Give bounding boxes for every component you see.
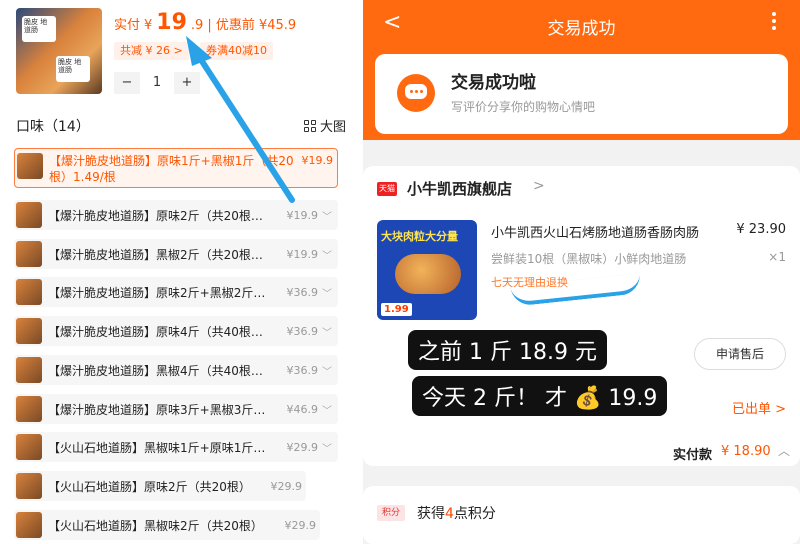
thumb-tag: 脆皮 地道肠 [22, 16, 56, 42]
points-post: 点积分 [453, 506, 496, 522]
sku-option[interactable]: 【爆汁脆皮地道肠】原味4斤（共40根… ¥36.9 ﹀ [14, 316, 338, 346]
coupon-chip: 券满40减10 [200, 42, 273, 60]
chat-bubble-icon [397, 74, 435, 112]
sku-option[interactable]: 【火山石地道肠】黑椒味2斤（共20根） ¥29.9 [14, 510, 320, 540]
option-thumb [16, 473, 42, 499]
points-text: 获得4点积分 [417, 503, 496, 523]
option-thumb [16, 512, 42, 538]
success-subtitle: 写评价分享你的购物心情吧 [451, 100, 596, 114]
success-card[interactable]: 交易成功啦 写评价分享你的购物心情吧 [375, 54, 788, 134]
option-label: 【爆汁脆皮地道肠】原味4斤（共40根… [48, 324, 263, 339]
item-qty: ×1 [768, 250, 786, 264]
price-currency: ¥ [144, 18, 153, 33]
order-card: 天猫 小牛凯西旗舰店 > 大块肉粒大分量 1.99 小牛凯西火山石烤肠地道肠香肠… [363, 166, 800, 466]
shop-name[interactable]: 小牛凯西旗舰店 [407, 178, 512, 199]
option-thumb [16, 434, 42, 460]
item-name[interactable]: 小牛凯西火山石烤肠地道肠香肠肉肠 [491, 222, 721, 241]
option-price: ¥29.9 [286, 440, 319, 454]
option-price: ¥29.9 [270, 479, 303, 493]
option-price: ¥36.9 [286, 285, 319, 299]
option-price: ¥46.9 [286, 402, 319, 416]
points-bar: 积分 获得4点积分 [363, 486, 800, 544]
sku-option[interactable]: 【火山石地道肠】黑椒味1斤+原味1斤… ¥29.9 ﹀ [14, 432, 338, 462]
option-price: ¥36.9 [286, 363, 319, 377]
option-thumb [16, 396, 42, 422]
quantity-stepper: − 1 + [114, 72, 200, 94]
grid-icon [303, 119, 316, 132]
more-icon[interactable] [772, 12, 776, 33]
option-label: 【爆汁脆皮地道肠】黑椒2斤（共20根… [48, 247, 263, 262]
option-label: 【爆汁脆皮地道肠】原味2斤（共20根… [48, 208, 263, 223]
tmall-badge: 天猫 [377, 182, 397, 196]
option-thumb [16, 202, 42, 228]
paid-label: 实付款 [673, 448, 713, 463]
chevron-down-icon: ﹀ [322, 327, 332, 339]
item-image-banner: 大块肉粒大分量 [381, 230, 458, 243]
option-label: 【火山石地道肠】黑椒味2斤（共20根） [48, 518, 263, 533]
flavor-heading: 口味（14） [16, 119, 90, 135]
shipped-status[interactable]: 已出单 > [732, 398, 786, 417]
option-label: 【爆汁脆皮地道肠】原味2斤+黑椒2斤… [48, 285, 266, 300]
option-price: ¥19.9 [286, 208, 319, 222]
sku-option[interactable]: 【火山石地道肠】原味2斤（共20根） ¥29.9 [14, 471, 306, 501]
sku-option[interactable]: 【爆汁脆皮地道肠】原味2斤（共20根… ¥19.9 ﹀ [14, 200, 338, 230]
qty-minus-button[interactable]: − [114, 72, 140, 94]
chevron-down-icon: ﹀ [322, 250, 332, 262]
sku-option[interactable]: 【爆汁脆皮地道肠】黑椒2斤（共20根… ¥19.9 ﹀ [14, 239, 338, 269]
big-image-label: 大图 [319, 120, 346, 135]
chevron-down-icon: ﹀ [322, 288, 332, 300]
caption-line-2: 今天 2 斤！ 才 💰 19.9 [412, 376, 668, 416]
sku-selector-panel: 脆皮 地道肠 脆皮 地道肠 实付 ¥ 19.9 | 优惠前 ¥45.9 共减 ¥… [0, 0, 356, 544]
option-thumb [16, 279, 42, 305]
chevron-down-icon: ﹀ [322, 405, 332, 417]
points-badge: 积分 [377, 505, 405, 521]
price-line: 实付 ¥ 19.9 | 优惠前 ¥45.9 [114, 10, 296, 35]
option-price: ¥19.9 [286, 247, 319, 261]
chevron-down-icon: ﹀ [322, 443, 332, 455]
page-title: 交易成功 [547, 19, 616, 39]
option-thumb [16, 241, 42, 267]
option-label: 【爆汁脆皮地道肠】原味3斤+黑椒3斤… [48, 402, 266, 417]
sku-option[interactable]: 【爆汁脆皮地道肠】黑椒4斤（共40根… ¥36.9 ﹀ [14, 355, 338, 385]
success-title: 交易成功啦 [451, 73, 536, 93]
after-sale-button[interactable]: 申请售后 [694, 338, 786, 370]
option-label: 【火山石地道肠】黑椒味1斤+原味1斤… [48, 440, 266, 455]
discount-chip[interactable]: 共减 ¥ 26 > [114, 42, 189, 60]
option-thumb [16, 357, 42, 383]
order-detail-panel: < 交易成功 交易成功啦 写评价分享你的购物心情吧 天猫 小牛凯西旗舰店 > 大… [363, 0, 800, 544]
caption-line-1: 之前 1 斤 18.9 元 [408, 330, 607, 370]
thumb-tag-2: 脆皮 地道肠 [56, 56, 90, 82]
option-price: ¥36.9 [286, 324, 319, 338]
paid-amount: ¥ 18.90 [721, 444, 771, 459]
product-thumbnail[interactable]: 脆皮 地道肠 脆皮 地道肠 [16, 8, 102, 94]
sausage-image [395, 254, 461, 294]
price-label: 实付 [114, 18, 141, 33]
sku-option[interactable]: 【爆汁脆皮地道肠】原味2斤+黑椒2斤… ¥36.9 ﹀ [14, 277, 338, 307]
qty-plus-button[interactable]: + [174, 72, 200, 94]
item-image[interactable]: 大块肉粒大分量 1.99 [377, 220, 477, 320]
option-label: 【火山石地道肠】原味2斤（共20根） [48, 479, 251, 494]
big-image-toggle[interactable]: 大图 [303, 116, 346, 135]
chevron-up-icon[interactable]: ︿ [778, 442, 790, 459]
item-price: ¥ 23.90 [736, 222, 786, 237]
sku-option-selected[interactable]: 【爆汁脆皮地道肠】原味1斤+黑椒1斤（共20根）1.49/根 ¥19.9 [14, 148, 338, 188]
sku-option[interactable]: 【爆汁脆皮地道肠】原味3斤+黑椒3斤… ¥46.9 ﹀ [14, 394, 338, 424]
option-thumb [17, 153, 43, 179]
qty-input[interactable]: 1 [140, 72, 174, 94]
points-pre: 获得 [417, 506, 445, 522]
item-image-price: 1.99 [381, 303, 412, 316]
chevron-right-icon[interactable]: > [533, 178, 545, 194]
option-price: ¥29.9 [284, 518, 317, 532]
points-num: 4 [445, 506, 454, 522]
option-label: 【爆汁脆皮地道肠】原味1斤+黑椒1斤（共20根）1.49/根 [49, 154, 294, 184]
original-price: | 优惠前 ¥45.9 [207, 18, 297, 33]
price-value: 19 [156, 10, 187, 35]
price-decimal: .9 [190, 18, 204, 33]
option-label: 【爆汁脆皮地道肠】黑椒4斤（共40根… [48, 363, 263, 378]
chevron-down-icon: ﹀ [322, 366, 332, 378]
option-price: ¥19.9 [301, 154, 334, 167]
option-thumb [16, 318, 42, 344]
chevron-down-icon: ﹀ [322, 211, 332, 223]
item-spec: 尝鲜装10根（黑椒味）小鲜肉地道肠 [491, 252, 687, 266]
